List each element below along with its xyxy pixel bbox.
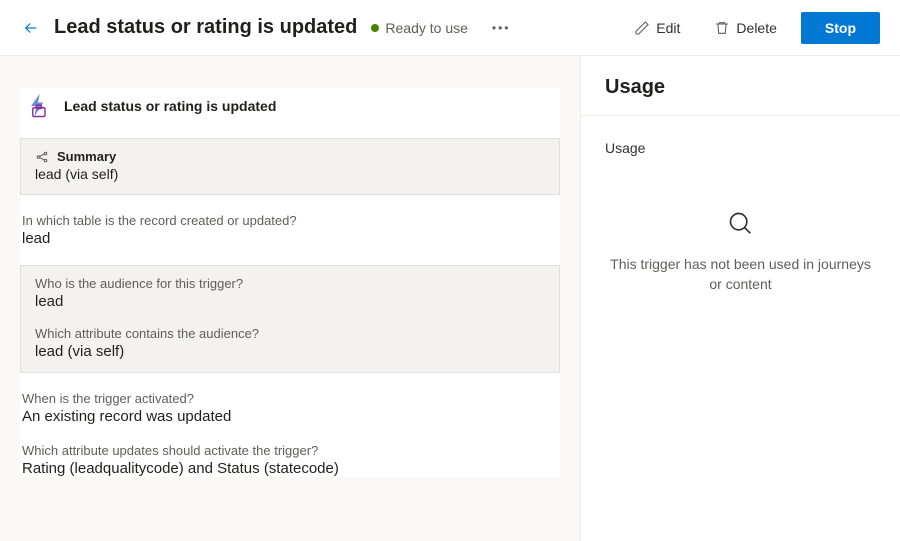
trash-icon — [714, 20, 730, 36]
usage-panel-content: Usage This trigger has not been used in … — [581, 116, 900, 318]
summary-value: lead (via self) — [35, 166, 545, 182]
delete-button[interactable]: Delete — [704, 14, 786, 42]
summary-label: Summary — [57, 149, 116, 164]
summary-box: Summary lead (via self) — [20, 138, 560, 195]
back-arrow-icon[interactable] — [22, 19, 40, 37]
activation-block: When is the trigger activated? An existi… — [20, 391, 560, 425]
usage-panel-header: Usage — [581, 56, 900, 116]
page-body: Lead status or rating is updated Summary… — [0, 56, 900, 541]
card-header: Lead status or rating is updated — [20, 88, 560, 138]
activation-value: An existing record was updated — [22, 408, 558, 425]
trigger-card: Lead status or rating is updated Summary… — [20, 88, 560, 477]
more-actions-icon[interactable]: ••• — [488, 17, 515, 39]
audience-who-value: lead — [35, 293, 545, 310]
summary-header: Summary — [35, 149, 545, 164]
usage-title: Usage — [605, 76, 876, 99]
trigger-bolt-icon — [24, 92, 52, 120]
status-dot-icon — [371, 24, 379, 32]
edit-button[interactable]: Edit — [624, 14, 690, 42]
main-panel: Lead status or rating is updated Summary… — [0, 56, 580, 541]
activation-label: When is the trigger activated? — [22, 391, 558, 406]
pencil-icon — [634, 20, 650, 36]
delete-label: Delete — [736, 20, 776, 36]
usage-empty-state: This trigger has not been used in journe… — [605, 210, 876, 294]
card-title: Lead status or rating is updated — [64, 98, 276, 114]
status-label: Ready to use — [385, 20, 468, 36]
audience-who-label: Who is the audience for this trigger? — [35, 276, 545, 291]
audience-box: Who is the audience for this trigger? le… — [20, 265, 560, 373]
table-block: In which table is the record created or … — [20, 213, 560, 247]
page-header: Lead status or rating is updated Ready t… — [0, 0, 900, 56]
table-label: In which table is the record created or … — [22, 213, 558, 228]
attributes-label: Which attribute updates should activate … — [22, 443, 558, 458]
stop-button[interactable]: Stop — [801, 12, 880, 44]
magnifier-icon — [727, 210, 755, 238]
audience-attr-label: Which attribute contains the audience? — [35, 326, 545, 341]
attributes-value: Rating (leadqualitycode) and Status (sta… — [22, 460, 558, 477]
share-nodes-icon — [35, 150, 49, 164]
usage-empty-text: This trigger has not been used in journe… — [605, 255, 876, 294]
status-pill: Ready to use — [371, 20, 468, 36]
page-title: Lead status or rating is updated — [54, 16, 357, 39]
edit-label: Edit — [656, 20, 680, 36]
audience-attr-value: lead (via self) — [35, 343, 545, 360]
usage-section-label: Usage — [605, 140, 876, 156]
table-value: lead — [22, 230, 558, 247]
attributes-block: Which attribute updates should activate … — [20, 443, 560, 477]
usage-panel: Usage Usage This trigger has not been us… — [580, 56, 900, 541]
